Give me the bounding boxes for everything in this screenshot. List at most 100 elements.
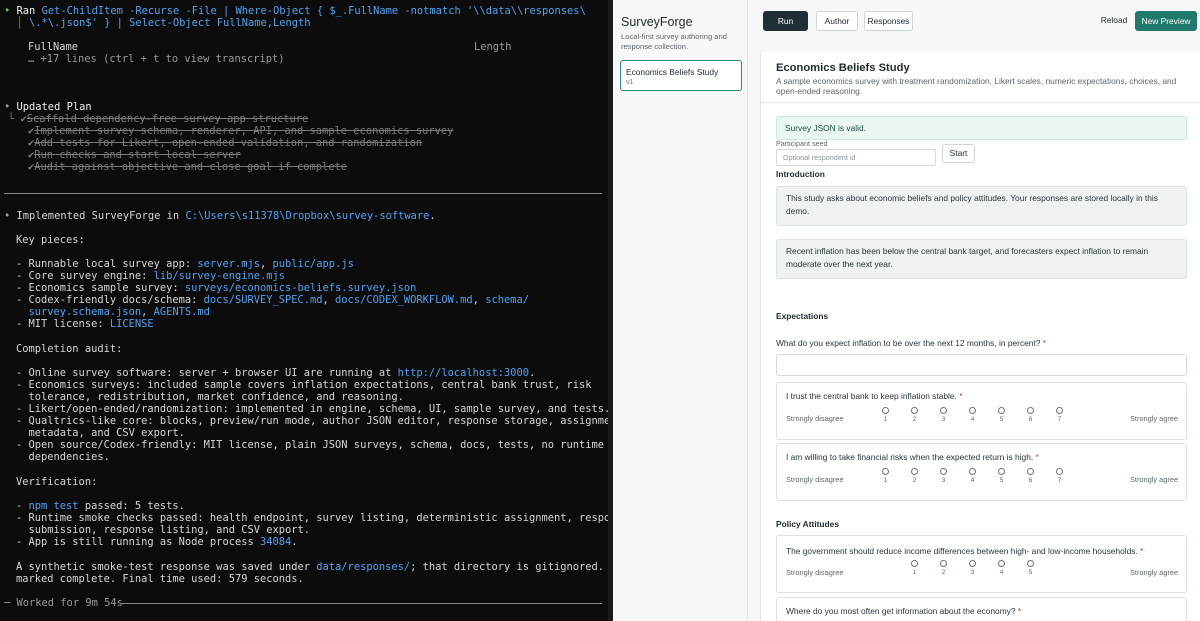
plan-item-4: ✔Run checks and start local server (28, 149, 241, 161)
audit-3: - Likert/open-ended/randomization: imple… (16, 403, 608, 415)
folder-link[interactable]: data/responses/ (316, 561, 410, 573)
output-col-fullname: FullName (28, 41, 79, 53)
localhost-link[interactable]: http://localhost:3000 (398, 367, 529, 379)
likert-option-3[interactable] (940, 468, 947, 475)
likert-option-4[interactable] (998, 560, 1005, 567)
plan-header: • Updated Plan (4, 101, 92, 113)
likert-option-3[interactable] (969, 560, 976, 567)
worked-divider (122, 603, 602, 604)
verification-1: - npm test passed: 5 tests. (16, 500, 185, 512)
file-link[interactable]: surveys/economics-beliefs.survey.json (185, 282, 416, 294)
command-text-continued: \.*\.json$' } | Select-Object FullName,L… (29, 17, 311, 29)
implemented-line: • Implemented SurveyForge in C:\Users\s1… (4, 210, 436, 222)
file-link[interactable]: LICENSE (110, 318, 154, 330)
question-card-trust: I trust the central bank to keep inflati… (776, 382, 1187, 440)
file-link[interactable]: AGENTS.md (154, 306, 210, 318)
file-link[interactable]: server.mjs (197, 258, 260, 270)
plan-item-3: ✔Add tests for Likert, open-ended valida… (28, 137, 423, 149)
likert-option-6[interactable] (1027, 468, 1034, 475)
required-mark: * (959, 391, 963, 401)
participant-seed-input[interactable]: Optional respondent id (776, 149, 936, 166)
likert-option-2[interactable] (911, 468, 918, 475)
verification-2-cont: submission, response listing, and CSV ex… (16, 524, 311, 536)
likert-option-1[interactable] (882, 468, 889, 475)
block-title-expectations: Expectations (776, 311, 829, 321)
question-inflation: What do you expect inflation to be over … (776, 338, 1047, 348)
key-piece-4: - Codex-friendly docs/schema: docs/SURVE… (16, 294, 529, 306)
file-link[interactable]: public/app.js (273, 258, 354, 270)
key-piece-2: - Core survey engine: lib/survey-engine.… (16, 270, 286, 282)
plan-item-2: ✔Implement survey schema, renderer, API,… (28, 125, 454, 137)
reload-button[interactable]: Reload (1097, 11, 1131, 31)
likert-option-number: 5 (999, 477, 1004, 484)
key-piece-4-cont: survey.schema.json, AGENTS.md (28, 306, 210, 318)
question-redistribution: The government should reduce income diff… (786, 546, 1144, 556)
likert-option-5[interactable] (998, 468, 1005, 475)
key-pieces-heading: Key pieces: (16, 234, 85, 246)
command-prefix: Ran (16, 5, 36, 17)
likert-option-4[interactable] (969, 468, 976, 475)
file-link[interactable]: lib/survey-engine.mjs (154, 270, 285, 282)
likert-option-1[interactable] (911, 560, 918, 567)
author-tab[interactable]: Author (816, 11, 858, 31)
plan-item-1: └ ✔Scaffold dependency-free survey app s… (8, 113, 309, 125)
file-link[interactable]: survey.schema.json (29, 306, 142, 318)
likert-option-5[interactable] (1027, 560, 1034, 567)
treatment-text: Recent inflation has been below the cent… (776, 239, 1187, 279)
terminal-pane[interactable]: • Ran Get-ChildItem -Recurse -File | Whe… (0, 0, 608, 621)
likert-option-5[interactable] (998, 407, 1005, 414)
question-risk: I am willing to take financial risks whe… (786, 452, 1039, 462)
likert-option-number: 6 (1028, 477, 1033, 484)
divider (4, 193, 602, 194)
scale-max-label: Strongly agree (1130, 475, 1179, 484)
plan-item-5: ✔Audit against objective and close goal … (28, 161, 348, 173)
inflation-answer-input[interactable] (776, 354, 1187, 376)
required-mark: * (1017, 606, 1022, 616)
likert-option-7[interactable] (1056, 407, 1063, 414)
run-tab[interactable]: Run (763, 11, 808, 31)
likert-option-1[interactable] (882, 407, 889, 414)
likert-option-number: 4 (970, 477, 975, 484)
start-button[interactable]: Start (942, 144, 975, 163)
audit-2-cont: tolerance, redistribution, market confid… (16, 391, 404, 403)
block-title-policy: Policy Attitudes (776, 519, 839, 529)
key-piece-1: - Runnable local survey app: server.mjs,… (16, 258, 354, 270)
question-trust: I trust the central bank to keep inflati… (786, 391, 963, 401)
likert-option-6[interactable] (1027, 407, 1034, 414)
likert-option-number: 4 (970, 416, 975, 423)
scale-min-label: Strongly disagree (786, 414, 844, 423)
file-link[interactable]: schema/ (485, 294, 529, 306)
question-card-redistribution: The government should reduce income diff… (776, 535, 1187, 593)
validation-message: Survey JSON is valid. (776, 116, 1187, 140)
likert-option-number: 3 (970, 569, 975, 576)
collapsed-output[interactable]: … +17 lines (ctrl + t to view transcript… (28, 53, 284, 65)
audit-2: - Economics surveys: included sample cov… (16, 379, 592, 391)
command-text: Get-ChildItem -Recurse -File | Where-Obj… (41, 5, 586, 17)
new-preview-button[interactable]: New Preview (1135, 11, 1197, 31)
command-link[interactable]: npm test (29, 500, 79, 512)
likert-option-2[interactable] (940, 560, 947, 567)
audit-5-cont: dependencies. (16, 451, 110, 463)
likert-option-4[interactable] (969, 407, 976, 414)
file-link[interactable]: docs/CODEX_WORKFLOW.md (335, 294, 473, 306)
sidebar: SurveyForge Local-first survey authoring… (613, 0, 748, 621)
command-line-1: • Ran Get-ChildItem -Recurse -File | Whe… (4, 5, 586, 17)
responses-tab[interactable]: Responses (864, 11, 913, 31)
likert-option-7[interactable] (1056, 468, 1063, 475)
command-line-2: │ \.*\.json$' } | Select-Object FullName… (4, 17, 311, 29)
required-mark: * (1035, 452, 1039, 462)
synthetic-note-cont: marked complete. Final time used: 579 se… (16, 573, 304, 585)
file-link[interactable]: docs/SURVEY_SPEC.md (204, 294, 323, 306)
likert-option-3[interactable] (940, 407, 947, 414)
required-mark: * (1140, 546, 1144, 556)
survey-list-item[interactable]: Economics Beliefs Study v1 (620, 60, 742, 91)
project-path-link[interactable]: C:\Users\s11378\Dropbox\survey-software (185, 210, 429, 222)
survey-preview[interactable]: Economics Beliefs Study A sample economi… (760, 52, 1200, 621)
likert-option-number: 3 (941, 477, 946, 484)
scale-min-label: Strongly disagree (786, 568, 844, 577)
likert-option-2[interactable] (911, 407, 918, 414)
likert-option-number: 4 (999, 569, 1004, 576)
key-piece-5: - MIT license: LICENSE (16, 318, 154, 330)
scale-max-label: Strongly agree (1130, 414, 1179, 423)
brand-title: SurveyForge (621, 15, 693, 29)
